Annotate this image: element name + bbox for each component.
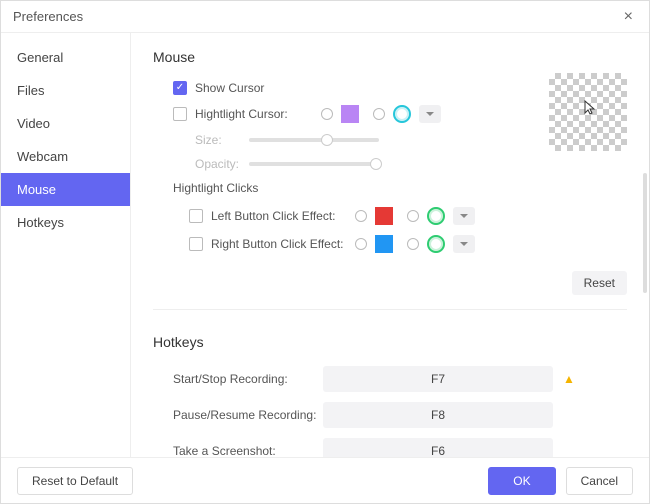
hotkey-label-startstop: Start/Stop Recording: bbox=[173, 372, 323, 386]
highlight-cursor-ring-swatch[interactable] bbox=[393, 105, 411, 123]
opacity-slider-thumb[interactable] bbox=[370, 158, 382, 170]
window-title: Preferences bbox=[13, 9, 620, 24]
right-click-color-swatch[interactable] bbox=[375, 235, 393, 253]
section-divider bbox=[153, 309, 627, 310]
size-label: Size: bbox=[195, 133, 249, 147]
cursor-preview bbox=[549, 73, 627, 151]
sidebar-item-mouse[interactable]: Mouse bbox=[1, 173, 130, 206]
sidebar-item-hotkeys[interactable]: Hotkeys bbox=[1, 206, 130, 239]
right-click-row: Right Button Click Effect: bbox=[153, 235, 627, 253]
opacity-slider-row: Opacity: bbox=[153, 157, 627, 171]
left-click-ring-dropdown[interactable] bbox=[453, 207, 475, 225]
left-click-radio-solid[interactable] bbox=[355, 210, 367, 222]
highlight-cursor-color-swatch[interactable] bbox=[341, 105, 359, 123]
scrollbar[interactable] bbox=[643, 173, 647, 293]
hotkey-row-pause: Pause/Resume Recording: F8 bbox=[153, 402, 627, 428]
hotkey-input-startstop[interactable]: F7 bbox=[323, 366, 553, 392]
right-click-checkbox[interactable] bbox=[189, 237, 203, 251]
hotkeys-section-title: Hotkeys bbox=[153, 334, 627, 350]
mouse-section-title: Mouse bbox=[153, 49, 627, 65]
highlight-cursor-label: Hightlight Cursor: bbox=[195, 107, 315, 121]
sidebar: General Files Video Webcam Mouse Hotkeys bbox=[1, 33, 131, 457]
hotkey-input-pause[interactable]: F8 bbox=[323, 402, 553, 428]
right-click-ring-dropdown[interactable] bbox=[453, 235, 475, 253]
show-cursor-label: Show Cursor bbox=[195, 81, 264, 95]
sidebar-item-video[interactable]: Video bbox=[1, 107, 130, 140]
left-click-row: Left Button Click Effect: bbox=[153, 207, 627, 225]
sidebar-item-files[interactable]: Files bbox=[1, 74, 130, 107]
sidebar-item-webcam[interactable]: Webcam bbox=[1, 140, 130, 173]
opacity-slider[interactable] bbox=[249, 162, 379, 166]
window-body: General Files Video Webcam Mouse Hotkeys… bbox=[1, 33, 649, 457]
highlight-cursor-radio-solid[interactable] bbox=[321, 108, 333, 120]
size-slider-thumb[interactable] bbox=[321, 134, 333, 146]
left-click-label: Left Button Click Effect: bbox=[211, 209, 349, 223]
preferences-window: Preferences × General Files Video Webcam… bbox=[0, 0, 650, 504]
mouse-section: Mouse Show Cursor Hightlight Cursor: bbox=[153, 49, 627, 310]
right-click-ring-swatch[interactable] bbox=[427, 235, 445, 253]
left-click-color-swatch[interactable] bbox=[375, 207, 393, 225]
sidebar-item-general[interactable]: General bbox=[1, 41, 130, 74]
footer: Reset to Default OK Cancel bbox=[1, 457, 649, 503]
hotkey-label-screenshot: Take a Screenshot: bbox=[173, 444, 323, 457]
right-click-radio-solid[interactable] bbox=[355, 238, 367, 250]
reset-button[interactable]: Reset bbox=[572, 271, 627, 295]
warning-icon: ▲ bbox=[563, 372, 575, 386]
cursor-arrow-icon bbox=[582, 100, 598, 121]
hotkey-label-pause: Pause/Resume Recording: bbox=[173, 408, 323, 422]
highlight-cursor-radio-ring[interactable] bbox=[373, 108, 385, 120]
left-click-checkbox[interactable] bbox=[189, 209, 203, 223]
content-pane: Mouse Show Cursor Hightlight Cursor: bbox=[131, 33, 649, 457]
opacity-label: Opacity: bbox=[195, 157, 249, 171]
right-click-label: Right Button Click Effect: bbox=[211, 237, 349, 251]
hotkey-row-screenshot: Take a Screenshot: F6 bbox=[153, 438, 627, 457]
hotkeys-section: Hotkeys Start/Stop Recording: F7 ▲ Pause… bbox=[153, 334, 627, 457]
highlight-clicks-title: Hightlight Clicks bbox=[173, 181, 627, 195]
reset-to-default-button[interactable]: Reset to Default bbox=[17, 467, 133, 495]
cancel-button[interactable]: Cancel bbox=[566, 467, 633, 495]
hotkey-row-startstop: Start/Stop Recording: F7 ▲ bbox=[153, 366, 627, 392]
highlight-cursor-ring-dropdown[interactable] bbox=[419, 105, 441, 123]
ok-button[interactable]: OK bbox=[488, 467, 555, 495]
left-click-ring-swatch[interactable] bbox=[427, 207, 445, 225]
titlebar: Preferences × bbox=[1, 1, 649, 33]
hotkey-input-screenshot[interactable]: F6 bbox=[323, 438, 553, 457]
size-slider[interactable] bbox=[249, 138, 379, 142]
show-cursor-checkbox[interactable] bbox=[173, 81, 187, 95]
left-click-radio-ring[interactable] bbox=[407, 210, 419, 222]
close-icon[interactable]: × bbox=[620, 8, 637, 26]
highlight-cursor-checkbox[interactable] bbox=[173, 107, 187, 121]
right-click-radio-ring[interactable] bbox=[407, 238, 419, 250]
